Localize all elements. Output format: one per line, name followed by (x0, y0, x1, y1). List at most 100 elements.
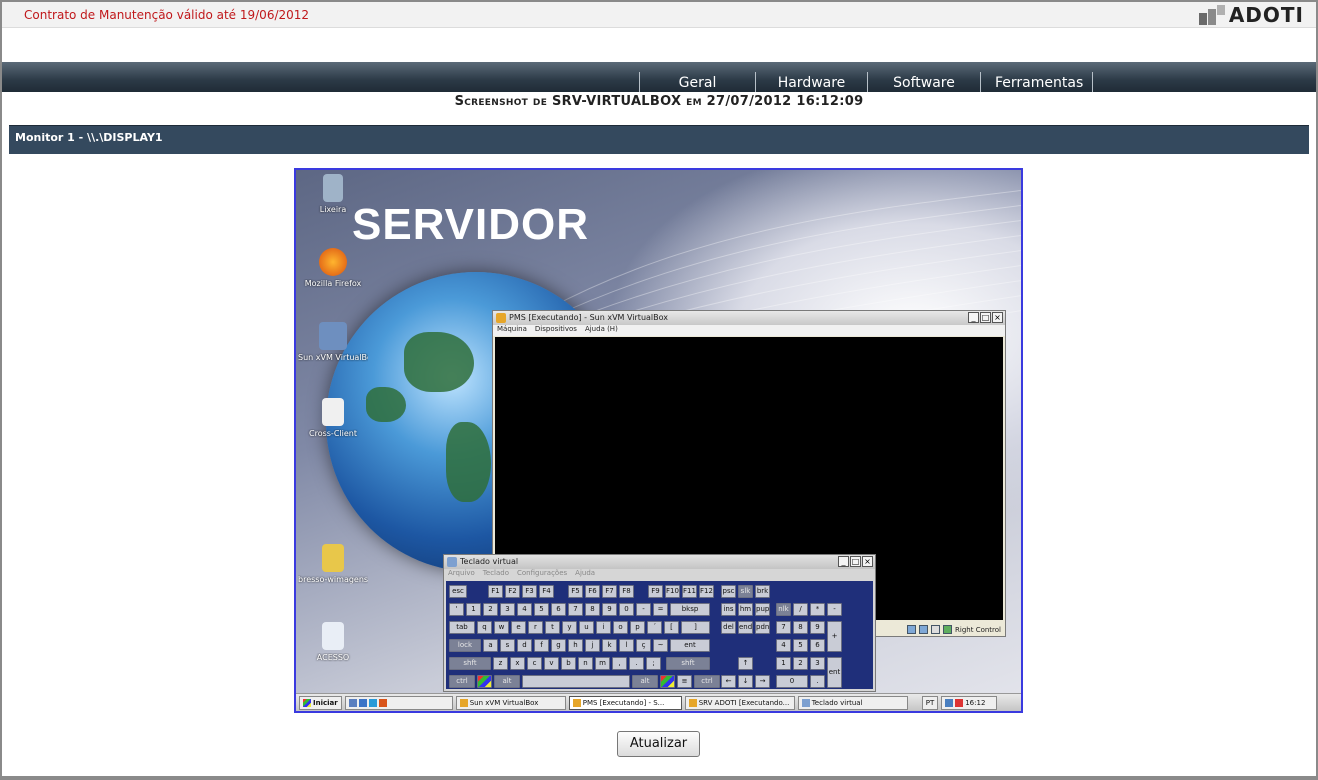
desktop-icon-virtualbox[interactable]: Sun xVM VirtualBox (298, 322, 368, 362)
key[interactable]: . (629, 657, 644, 670)
update-button[interactable]: Atualizar (617, 731, 700, 757)
menu-item-dispositivos[interactable]: Dispositivos (535, 325, 577, 336)
alert-icon[interactable] (955, 699, 964, 707)
desktop-icon-recycle-bin[interactable]: Lixeira (298, 174, 368, 214)
space-key[interactable] (522, 675, 630, 688)
key[interactable]: a (483, 639, 498, 652)
key[interactable]: 2 (483, 603, 498, 616)
key[interactable]: + (827, 621, 842, 652)
menu-item-maquina[interactable]: Máquina (497, 325, 527, 336)
menu-item-ajuda[interactable]: Ajuda (575, 569, 595, 580)
key[interactable]: v (544, 657, 559, 670)
key[interactable]: psc (721, 585, 736, 598)
key[interactable]: 4 (517, 603, 532, 616)
key[interactable]: o (613, 621, 628, 634)
key[interactable]: = (653, 603, 668, 616)
key[interactable]: shft (666, 657, 710, 670)
close-icon[interactable]: × (862, 556, 873, 567)
key[interactable]: d (517, 639, 532, 652)
key[interactable]: 2 (793, 657, 808, 670)
desktop-icon-cross-client[interactable]: Cross-Client (298, 398, 368, 438)
key[interactable]: 0 (619, 603, 634, 616)
key[interactable]: ~ (653, 639, 668, 652)
minimize-icon[interactable]: _ (838, 556, 849, 567)
key[interactable]: F12 (699, 585, 714, 598)
key[interactable]: ↑ (738, 657, 753, 670)
key[interactable]: F6 (585, 585, 600, 598)
key[interactable]: b (561, 657, 576, 670)
key[interactable]: r (528, 621, 543, 634)
key[interactable]: 8 (793, 621, 808, 634)
virtualbox-title-bar[interactable]: PMS [Executando] - Sun xVM VirtualBox _ … (493, 311, 1005, 325)
key[interactable]: esc (449, 585, 467, 598)
key[interactable]: t (545, 621, 560, 634)
key[interactable]: F10 (665, 585, 680, 598)
key[interactable]: l (619, 639, 634, 652)
key[interactable]: x (510, 657, 525, 670)
language-indicator[interactable]: PT (921, 695, 939, 710)
key[interactable]: slk (738, 585, 753, 598)
key[interactable]: F4 (539, 585, 554, 598)
firefox-icon[interactable] (378, 699, 387, 707)
key[interactable]: ent (670, 639, 710, 652)
windows-key-icon[interactable] (660, 675, 675, 688)
key[interactable]: - (827, 603, 842, 616)
key[interactable]: j (585, 639, 600, 652)
adoti-logo[interactable]: ADOTI (1198, 3, 1304, 27)
key[interactable]: ← (721, 675, 736, 688)
key[interactable]: F2 (505, 585, 520, 598)
maximize-icon[interactable]: □ (980, 312, 991, 323)
key[interactable]: n (578, 657, 593, 670)
key[interactable]: alt (632, 675, 658, 688)
desktop-icon-firefox[interactable]: Mozilla Firefox (298, 248, 368, 288)
maximize-icon[interactable]: □ (850, 556, 861, 567)
key[interactable]: * (810, 603, 825, 616)
key[interactable]: y (562, 621, 577, 634)
key[interactable]: brk (755, 585, 770, 598)
key[interactable]: e (511, 621, 526, 634)
key[interactable]: 9 (810, 621, 825, 634)
key[interactable]: z (493, 657, 508, 670)
key[interactable]: ctrl (449, 675, 475, 688)
key[interactable]: 8 (585, 603, 600, 616)
key[interactable]: 7 (776, 621, 791, 634)
key[interactable]: pup (755, 603, 770, 616)
key[interactable]: ] (681, 621, 710, 634)
key[interactable]: hm (738, 603, 753, 616)
taskbar-item[interactable]: SRV ADOTI [Executando... (684, 695, 795, 710)
menu-item-configuracoes[interactable]: Configurações (517, 569, 567, 580)
desktop-icon-folder[interactable]: bresso-wimagens (298, 544, 368, 584)
key[interactable]: bksp (670, 603, 710, 616)
key[interactable]: F5 (568, 585, 583, 598)
key[interactable]: F3 (522, 585, 537, 598)
key[interactable]: F9 (648, 585, 663, 598)
key[interactable]: 1 (466, 603, 481, 616)
menu-key-icon[interactable]: ≡ (677, 675, 692, 688)
key[interactable]: ins (721, 603, 736, 616)
key[interactable]: i (596, 621, 611, 634)
keyboard-title-bar[interactable]: Teclado virtual _ □ × (444, 555, 875, 569)
key[interactable]: h (568, 639, 583, 652)
key[interactable]: end (738, 621, 753, 634)
key[interactable]: 9 (602, 603, 617, 616)
start-button[interactable]: Iniciar (299, 695, 342, 710)
close-icon[interactable]: × (992, 312, 1003, 323)
minimize-icon[interactable]: _ (968, 312, 979, 323)
key[interactable]: s (500, 639, 515, 652)
key[interactable]: pdn (755, 621, 770, 634)
key[interactable]: ´ (647, 621, 662, 634)
key[interactable]: F1 (488, 585, 503, 598)
key[interactable]: f (534, 639, 549, 652)
key[interactable]: k (602, 639, 617, 652)
menu-item-arquivo[interactable]: Arquivo (448, 569, 475, 580)
key[interactable]: → (755, 675, 770, 688)
key[interactable]: . (810, 675, 825, 688)
key[interactable]: 3 (500, 603, 515, 616)
key[interactable]: ' (449, 603, 464, 616)
network-icon[interactable] (945, 699, 954, 707)
key[interactable]: 4 (776, 639, 791, 652)
key[interactable]: c (527, 657, 542, 670)
key[interactable]: tab (449, 621, 475, 634)
taskbar-item[interactable]: Teclado virtual (797, 695, 908, 710)
taskbar-item-active[interactable]: PMS [Executando] - S... (568, 695, 682, 710)
